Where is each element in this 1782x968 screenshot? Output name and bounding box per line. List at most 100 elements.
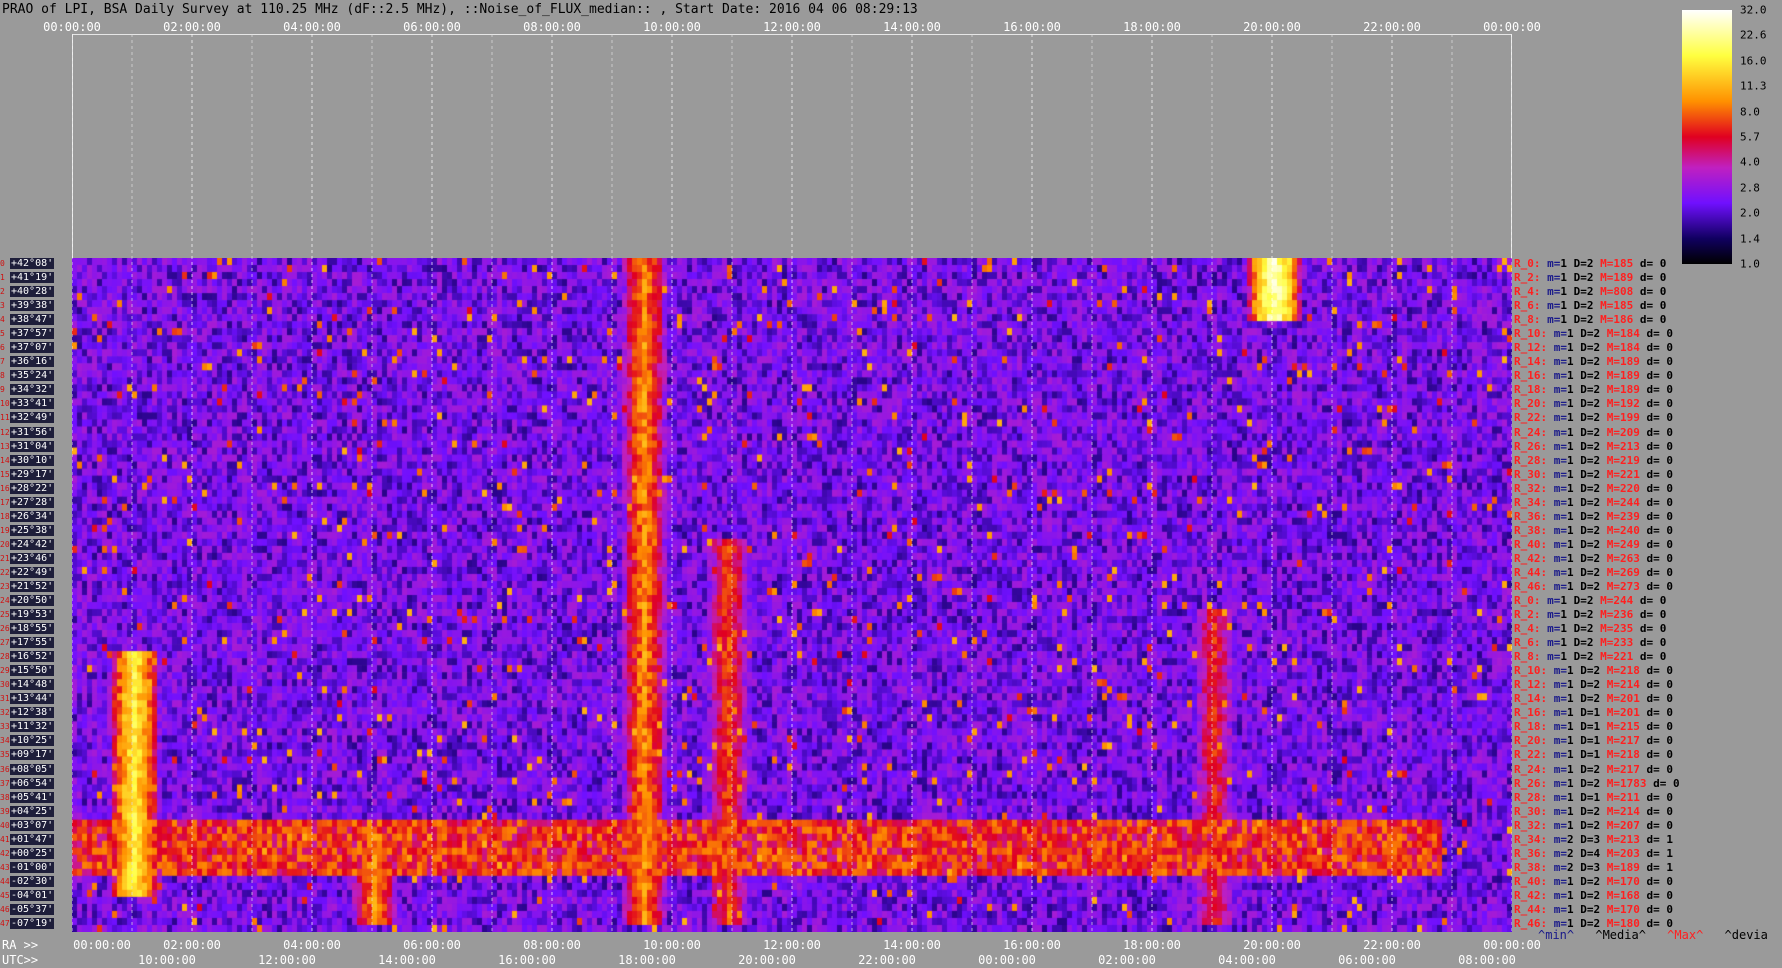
row-stat: R_14: m=1 D=2 M=189 d= 0	[1514, 355, 1673, 369]
row-stat: R_14: m=1 D=2 M=201 d= 0	[1514, 692, 1673, 706]
row-index: 32	[0, 708, 10, 718]
utc-axis-tick: 14:00:00	[378, 953, 436, 967]
declination-label: 32+12°38'	[0, 707, 72, 719]
declination-label: 38+05°41'	[0, 791, 72, 804]
row-stat: R_24: m=1 D=2 M=209 d= 0	[1514, 425, 1673, 439]
declination-value: +31°04'	[10, 440, 55, 452]
row-statistics-panel: R_0: m=1 D=2 M=185 d= 0 R_2: m=1 D=2 M=18…	[1514, 258, 1782, 932]
top-axis-tick: 08:00:00	[523, 20, 581, 34]
declination-value: +17°55'	[10, 637, 55, 649]
declination-label: 24+20°50'	[0, 595, 72, 607]
top-axis-tick: 06:00:00	[403, 20, 461, 34]
row-index: 12	[0, 427, 10, 437]
utc-axis-tick: 20:00:00	[738, 953, 796, 967]
declination-value: +36°16'	[10, 356, 55, 368]
row-stat: R_38: m=1 D=2 M=240 d= 0	[1514, 523, 1673, 537]
colorbar-label: 1.0	[1740, 257, 1760, 271]
declination-label: 7 +36°16'	[0, 356, 72, 368]
declination-label: 1 +41°19'	[0, 272, 72, 284]
declination-value: +08°05'	[10, 763, 55, 775]
top-axis-tick: 22:00:00	[1363, 20, 1421, 34]
colorbar	[1682, 10, 1732, 264]
row-index: 22	[0, 567, 10, 577]
declination-value: +00°25'	[10, 847, 55, 859]
row-index: 14	[0, 455, 10, 465]
declination-value: +10°25'	[10, 735, 55, 747]
declination-axis: 0 +42°08' 1 +41°19' 2 +40°28' 3 +39°38' 4 +38°47'…	[0, 258, 72, 932]
utc-axis-tick: 08:00:00	[1458, 953, 1516, 967]
declination-value: +34°32'	[10, 384, 55, 396]
row-stat: R_36: m=1 D=2 M=239 d= 0	[1514, 509, 1673, 523]
row-stat: R_0: m=1 D=2 M=185 d= 0	[1514, 257, 1667, 270]
row-index: 11	[0, 413, 10, 423]
row-index: 7	[0, 357, 5, 367]
declination-value: +37°07'	[10, 342, 55, 354]
row-index: 17	[0, 497, 10, 507]
row-index: 25	[0, 610, 10, 620]
row-index: 1	[0, 273, 5, 283]
row-index: 6	[0, 343, 5, 353]
declination-label: 43-01°00'	[0, 861, 72, 874]
top-axis-tick: 10:00:00	[643, 20, 701, 34]
top-axis-tick: 14:00:00	[883, 20, 941, 34]
declination-label: 0 +42°08'	[0, 258, 72, 270]
declination-value: +11°32'	[10, 721, 55, 733]
row-stat: R_10: m=1 D=2 M=184 d= 0	[1514, 327, 1673, 341]
row-index: 35	[0, 750, 10, 760]
ra-axis-tick: 10:00:00	[643, 938, 701, 952]
row-stat: R_30: m=1 D=2 M=221 d= 0	[1514, 467, 1673, 481]
declination-value: +04°25'	[10, 805, 55, 817]
declination-label: 47-07°19'	[0, 917, 72, 930]
declination-label: 14+30°10'	[0, 454, 72, 467]
ra-axis-tick: 06:00:00	[403, 938, 461, 952]
declination-label: 2 +40°28'	[0, 286, 72, 298]
row-stat: R_22: m=1 D=2 M=199 d= 0	[1514, 411, 1673, 425]
declination-label: 29+15°50'	[0, 665, 72, 677]
utc-axis-tick: 16:00:00	[498, 953, 556, 967]
colorbar-label: 4.0	[1740, 155, 1760, 169]
declination-label: 23+21°52'	[0, 580, 72, 593]
stats-legend: ^min^ ^Media^ ^Max^ ^devia	[1538, 928, 1782, 942]
declination-value: +21°52'	[10, 580, 55, 592]
declination-label: 5 +37°57'	[0, 328, 72, 340]
row-stat: R_22: m=1 D=1 M=218 d= 0	[1514, 748, 1673, 762]
declination-label: 11+32°49'	[0, 412, 72, 424]
declination-label: 22+22°49'	[0, 566, 72, 579]
utc-axis-label: UTC>>	[2, 953, 39, 967]
row-index: 16	[0, 483, 10, 493]
row-index: 19	[0, 525, 10, 535]
row-index: 4	[0, 315, 5, 325]
declination-value: -01°00'	[10, 861, 55, 873]
row-stat: R_30: m=1 D=2 M=214 d= 0	[1514, 804, 1673, 818]
row-stat: R_10: m=1 D=2 M=218 d= 0	[1514, 664, 1673, 678]
row-index: 5	[0, 329, 5, 339]
colorbar-label: 2.0	[1740, 206, 1760, 220]
row-index: 15	[0, 469, 10, 479]
row-stat: R_12: m=1 D=2 M=184 d= 0	[1514, 341, 1673, 355]
row-index: 3	[0, 301, 5, 311]
declination-label: 36+08°05'	[0, 763, 72, 776]
declination-label: 35+09°17'	[0, 749, 72, 761]
legend-devia: ^devia	[1724, 928, 1768, 942]
utc-axis-tick: 04:00:00	[1218, 953, 1276, 967]
row-index: 44	[0, 876, 10, 886]
row-index: 28	[0, 652, 10, 662]
declination-label: 25+19°53'	[0, 609, 72, 621]
row-stat: R_34: m=2 D=3 M=213 d= 1	[1514, 832, 1673, 846]
row-stat: R_0: m=1 D=2 M=244 d= 0	[1514, 594, 1667, 607]
declination-value: +14°48'	[10, 679, 55, 691]
declination-value: -02°30'	[10, 875, 55, 887]
declination-label: 10+33°41'	[0, 398, 72, 410]
declination-label: 39+04°25'	[0, 805, 72, 818]
declination-label: 46-05°37'	[0, 903, 72, 916]
row-index: 30	[0, 680, 10, 690]
declination-label: 13+31°04'	[0, 440, 72, 453]
row-stat: R_4: m=1 D=2 M=235 d= 0	[1514, 622, 1667, 636]
colorbar-label: 1.4	[1740, 232, 1760, 246]
row-index: 13	[0, 441, 10, 451]
declination-label: 21+23°46'	[0, 552, 72, 565]
row-index: 36	[0, 764, 10, 774]
declination-value: +12°38'	[10, 707, 55, 719]
declination-value: +33°41'	[10, 398, 55, 410]
declination-value: +18°55'	[10, 623, 55, 635]
